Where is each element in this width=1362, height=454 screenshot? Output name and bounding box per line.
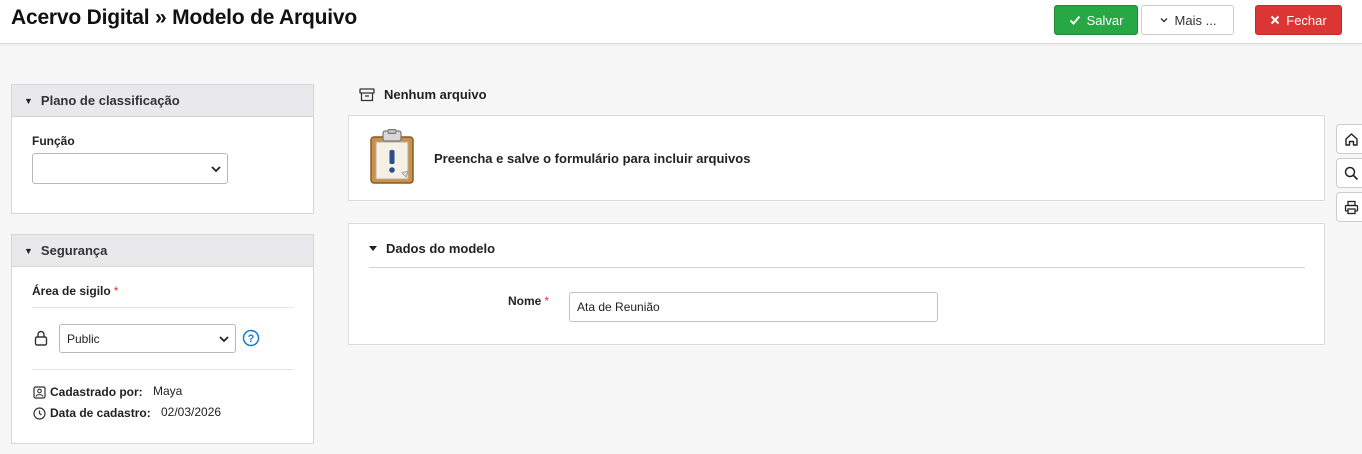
- lock-icon: [34, 330, 48, 346]
- created-date-value: 02/03/2026: [161, 405, 221, 419]
- chevron-down-icon: [219, 335, 229, 342]
- model-panel: Dados do modelo Nome * Ata de Reunião: [348, 223, 1325, 345]
- name-input[interactable]: Ata de Reunião: [569, 292, 938, 322]
- close-icon: [1271, 15, 1280, 25]
- classification-panel-header[interactable]: ▼ Plano de classificação: [12, 85, 313, 117]
- name-label: Nome *: [508, 294, 549, 308]
- security-panel: ▼ Segurança Área de sigilo * Public ? Cad…: [11, 234, 314, 444]
- security-panel-title: Segurança: [40, 243, 108, 258]
- more-button-label: Mais ...: [1174, 12, 1217, 28]
- area-sigilo-label-text: Área de sigilo: [32, 284, 111, 298]
- close-button[interactable]: Fechar: [1255, 5, 1342, 35]
- top-bar: Acervo Digital » Modelo de Arquivo Salva…: [0, 0, 1362, 44]
- save-button[interactable]: Salvar: [1054, 5, 1138, 35]
- divider: [369, 267, 1305, 268]
- more-button[interactable]: Mais ...: [1141, 5, 1234, 35]
- created-by-row: Cadastrado por:: [33, 385, 143, 399]
- created-date-label: Data de cadastro:: [50, 406, 151, 420]
- funcao-select[interactable]: [32, 153, 228, 184]
- home-button[interactable]: [1336, 124, 1362, 154]
- close-button-label: Fechar: [1286, 12, 1327, 28]
- created-date-row: Data de cadastro:: [33, 406, 151, 420]
- collapse-triangle-icon: ▼: [24, 245, 33, 256]
- home-icon: [1344, 132, 1358, 146]
- clipboard-warning-icon: [370, 129, 414, 184]
- created-by-value-text: Maya: [153, 384, 183, 398]
- files-section-title: Nenhum arquivo: [359, 87, 487, 102]
- collapse-triangle-icon: ▼: [24, 95, 33, 106]
- required-mark: *: [113, 284, 119, 298]
- search-button[interactable]: [1336, 158, 1362, 188]
- area-sigilo-label: Área de sigilo *: [32, 284, 118, 298]
- user-card-icon: [33, 385, 46, 399]
- printer-icon: [1344, 200, 1358, 214]
- divider: [32, 307, 294, 308]
- name-label-text: Nome: [508, 294, 542, 308]
- help-icon[interactable]: ?: [242, 329, 260, 347]
- chevron-down-icon: [1160, 18, 1168, 23]
- page-title: Acervo Digital » Modelo de Arquivo: [11, 6, 357, 29]
- model-panel-header[interactable]: Dados do modelo: [368, 241, 495, 256]
- print-button[interactable]: [1336, 192, 1362, 222]
- caret-down-icon: [369, 246, 377, 251]
- classification-panel: ▼ Plano de classificação Função: [11, 84, 314, 214]
- created-by-value: Maya: [153, 384, 182, 398]
- search-icon: [1344, 166, 1358, 180]
- classification-panel-title: Plano de classificação: [40, 93, 180, 108]
- files-title: Nenhum arquivo: [384, 87, 487, 102]
- required-mark: *: [544, 294, 550, 308]
- area-sigilo-select-value: Public: [67, 331, 100, 346]
- clock-icon: [33, 406, 46, 420]
- check-icon: [1069, 15, 1080, 25]
- save-button-label: Salvar: [1086, 12, 1124, 28]
- archive-icon: [359, 87, 375, 101]
- divider: [32, 369, 294, 370]
- files-message: Preencha e salve o formulário para inclu…: [434, 151, 751, 166]
- funcao-label: Função: [32, 134, 75, 148]
- files-panel: Preencha e salve o formulário para inclu…: [348, 115, 1325, 201]
- security-panel-header[interactable]: ▼ Segurança: [12, 235, 313, 267]
- created-date-value-text: 02/03/2026: [161, 405, 222, 419]
- area-sigilo-select[interactable]: Public: [59, 324, 236, 353]
- model-panel-title: Dados do modelo: [386, 241, 496, 256]
- name-input-value: Ata de Reunião: [577, 300, 660, 314]
- created-by-label: Cadastrado por:: [50, 385, 143, 399]
- svg-text:?: ?: [248, 333, 255, 345]
- chevron-down-icon: [211, 165, 221, 172]
